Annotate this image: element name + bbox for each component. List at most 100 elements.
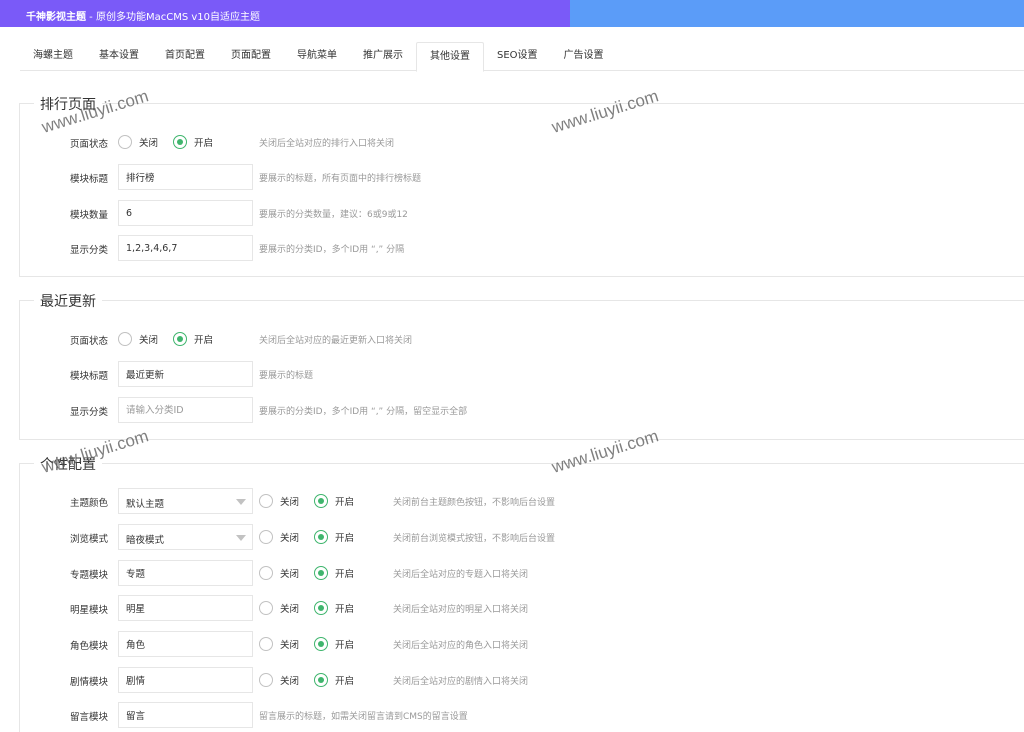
message-module-input[interactable] (118, 702, 253, 728)
tab-ad-settings[interactable]: 广告设置 (551, 42, 617, 71)
plot-module-input[interactable] (118, 667, 253, 693)
radio-off-label: 关闭 (280, 569, 300, 580)
ranking-cats-input[interactable] (118, 235, 253, 261)
radio-off-label: 关闭 (280, 640, 300, 651)
ranking-status-row: 页面状态 关闭 开启 关闭后全站对应的排行入口将关闭 (20, 129, 1020, 155)
tab-seo-settings[interactable]: SEO设置 (484, 42, 551, 71)
radio-on-label: 开启 (194, 138, 214, 149)
role-module-off-radio[interactable]: 关闭 (259, 637, 299, 651)
theme-color-on-radio[interactable]: 开启 (314, 494, 354, 508)
ranking-section: 排行页面 页面状态 关闭 开启 关闭后全站对应的排行入口将关闭 模块标题 要展示… (19, 94, 1024, 277)
star-module-on-radio[interactable]: 开启 (314, 601, 354, 615)
plot-module-label: 剧情模块 (69, 677, 108, 688)
theme-color-hint: 关闭前台主题颜色按钮，不影响后台设置 (393, 498, 556, 508)
chevron-down-icon (236, 499, 246, 505)
radio-circle (314, 530, 328, 544)
recent-title-row: 模块标题 要展示的标题 (20, 361, 1020, 387)
recent-title-label: 模块标题 (69, 371, 108, 382)
radio-circle (259, 530, 273, 544)
recent-legend: 最近更新 (34, 291, 102, 311)
recent-cats-row: 显示分类 要展示的分类ID，多个ID用 “,” 分隔，留空显示全部 (20, 397, 1020, 423)
topic-module-input[interactable] (118, 560, 253, 586)
tab-promotion[interactable]: 推广展示 (350, 42, 416, 71)
radio-on-label: 开启 (335, 569, 355, 580)
personal-section: 个性配置 主题颜色 默认主题 关闭 开启 关闭前台主题颜色按钮，不影响后台设置 … (19, 454, 1024, 732)
plot-module-off-radio[interactable]: 关闭 (259, 673, 299, 687)
browse-mode-select[interactable]: 暗夜模式 (118, 524, 253, 550)
radio-circle (259, 673, 273, 687)
tab-other-settings[interactable]: 其他设置 (416, 42, 484, 72)
ranking-title-hint: 要展示的标题，所有页面中的排行榜标题 (259, 174, 422, 184)
radio-on-label: 开启 (194, 335, 214, 346)
radio-circle (259, 566, 273, 580)
topic-module-on-radio[interactable]: 开启 (314, 566, 354, 580)
radio-on-label: 开启 (335, 640, 355, 651)
ranking-count-input[interactable] (118, 200, 253, 226)
star-module-off-radio[interactable]: 关闭 (259, 601, 299, 615)
plot-module-hint: 关闭后全站对应的剧情入口将关闭 (393, 677, 529, 687)
tab-hailuo-theme[interactable]: 海螺主题 (20, 42, 86, 71)
tab-nav-menu[interactable]: 导航菜单 (284, 42, 350, 71)
brand-name: 千神影视主题 (26, 12, 86, 23)
browse-mode-label: 浏览模式 (69, 534, 108, 545)
message-module-row: 留言模块 留言展示的标题，如需关闭留言请到CMS的留言设置 (20, 702, 1020, 728)
plot-module-row: 剧情模块 关闭 开启 关闭后全站对应的剧情入口将关闭 (20, 667, 1020, 693)
theme-color-select[interactable]: 默认主题 (118, 488, 253, 514)
ranking-status-off-radio[interactable]: 关闭 (118, 135, 158, 149)
topic-module-label: 专题模块 (69, 570, 108, 581)
recent-cats-input[interactable] (118, 397, 253, 423)
ranking-legend: 排行页面 (34, 94, 102, 114)
ranking-count-label: 模块数量 (69, 210, 108, 221)
browse-mode-hint: 关闭前台浏览模式按钮，不影响后台设置 (393, 534, 556, 544)
recent-cats-label: 显示分类 (69, 407, 108, 418)
theme-color-row: 主题颜色 默认主题 关闭 开启 关闭前台主题颜色按钮，不影响后台设置 (20, 488, 1020, 514)
ranking-status-on-radio[interactable]: 开启 (173, 135, 213, 149)
recent-status-on-radio[interactable]: 开启 (173, 332, 213, 346)
theme-color-value: 默认主题 (126, 499, 165, 510)
recent-status-row: 页面状态 关闭 开启 关闭后全站对应的最近更新入口将关闭 (20, 326, 1020, 352)
ranking-cats-label: 显示分类 (69, 245, 108, 256)
radio-off-label: 关闭 (139, 138, 159, 149)
star-module-label: 明星模块 (69, 605, 108, 616)
star-module-row: 明星模块 关闭 开启 关闭后全站对应的明星入口将关闭 (20, 595, 1020, 621)
role-module-input[interactable] (118, 631, 253, 657)
radio-circle (118, 135, 132, 149)
role-module-hint: 关闭后全站对应的角色入口将关闭 (393, 641, 529, 651)
settings-tabs: 海螺主题 基本设置 首页配置 页面配置 导航菜单 推广展示 其他设置 SEO设置… (20, 42, 1024, 72)
ranking-cats-row: 显示分类 要展示的分类ID，多个ID用 “,” 分隔 (20, 235, 1020, 261)
radio-circle (314, 673, 328, 687)
ranking-count-hint: 要展示的分类数量，建议：6或9或12 (259, 210, 408, 220)
top-bar: 千神影视主题 - 原创多功能MacCMS v10自适应主题 (0, 0, 1024, 27)
tab-basic-settings[interactable]: 基本设置 (86, 42, 152, 71)
ranking-title-label: 模块标题 (69, 174, 108, 185)
theme-color-off-radio[interactable]: 关闭 (259, 494, 299, 508)
message-module-hint: 留言展示的标题，如需关闭留言请到CMS的留言设置 (259, 712, 468, 722)
tab-home-config[interactable]: 首页配置 (152, 42, 218, 71)
chevron-down-icon (236, 535, 246, 541)
ranking-title-input[interactable] (118, 164, 253, 190)
role-module-on-radio[interactable]: 开启 (314, 637, 354, 651)
ranking-cats-hint: 要展示的分类ID，多个ID用 “,” 分隔 (259, 245, 405, 255)
radio-circle (259, 601, 273, 615)
theme-color-label: 主题颜色 (69, 498, 108, 509)
tab-page-config[interactable]: 页面配置 (218, 42, 284, 71)
browse-mode-off-radio[interactable]: 关闭 (259, 530, 299, 544)
star-module-hint: 关闭后全站对应的明星入口将关闭 (393, 605, 529, 615)
radio-circle (173, 332, 187, 346)
radio-off-label: 关闭 (280, 533, 300, 544)
plot-module-on-radio[interactable]: 开启 (314, 673, 354, 687)
radio-circle (259, 494, 273, 508)
recent-status-off-radio[interactable]: 关闭 (118, 332, 158, 346)
browse-mode-on-radio[interactable]: 开启 (314, 530, 354, 544)
radio-circle (173, 135, 187, 149)
topic-module-hint: 关闭后全站对应的专题入口将关闭 (393, 570, 529, 580)
radio-off-label: 关闭 (139, 335, 159, 346)
brand-subtitle: - 原创多功能MacCMS v10自适应主题 (86, 12, 260, 23)
topic-module-off-radio[interactable]: 关闭 (259, 566, 299, 580)
recent-title-input[interactable] (118, 361, 253, 387)
radio-on-label: 开启 (335, 497, 355, 508)
message-module-label: 留言模块 (69, 712, 108, 723)
recent-cats-hint: 要展示的分类ID，多个ID用 “,” 分隔，留空显示全部 (259, 407, 468, 417)
star-module-input[interactable] (118, 595, 253, 621)
top-bar-fill (570, 0, 1024, 27)
